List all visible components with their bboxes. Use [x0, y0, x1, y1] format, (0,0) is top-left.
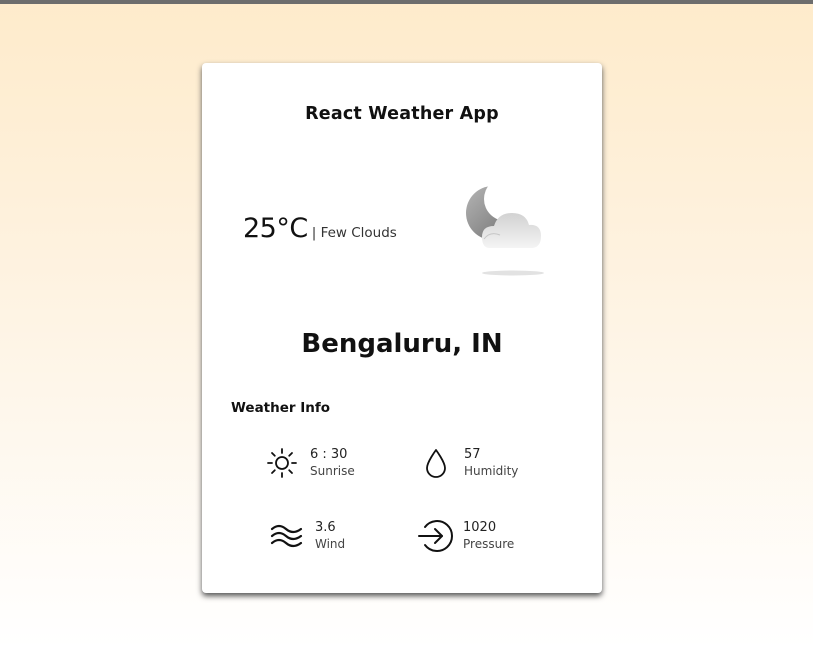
- wind-value: 3.6: [315, 520, 336, 535]
- info-pressure: 1020 Pressure: [415, 516, 514, 556]
- sun-icon: [262, 443, 302, 483]
- few-clouds-night-icon: [466, 186, 544, 276]
- condition-text: | Few Clouds: [312, 225, 397, 241]
- weather-card: React Weather App 25°C | Few Clouds Beng…: [202, 63, 602, 593]
- info-humidity: 57 Humidity: [416, 443, 518, 483]
- app-title: React Weather App: [305, 104, 499, 124]
- water-drop-icon: [416, 443, 456, 483]
- sunrise-label: Sunrise: [310, 464, 355, 478]
- sunrise-value: 6 : 30: [310, 447, 348, 462]
- info-wind: 3.6 Wind: [267, 516, 345, 556]
- condition-separator: |: [311, 225, 317, 241]
- weather-info-heading: Weather Info: [231, 400, 331, 416]
- wind-label: Wind: [315, 537, 346, 551]
- humidity-value: 57: [464, 447, 481, 462]
- city-name: Bengaluru, IN: [301, 329, 503, 359]
- pressure-arrow-icon: [415, 516, 455, 556]
- humidity-label: Humidity: [464, 464, 519, 478]
- condition-description: Few Clouds: [320, 225, 397, 241]
- pressure-label: Pressure: [463, 537, 515, 551]
- info-sunrise: 6 : 30 Sunrise: [262, 443, 355, 483]
- pressure-value: 1020: [463, 520, 497, 535]
- temperature-value: 25°C: [243, 213, 308, 244]
- wind-icon: [267, 516, 307, 556]
- current-weather: 25°C | Few Clouds: [243, 213, 397, 253]
- top-border: [0, 0, 813, 4]
